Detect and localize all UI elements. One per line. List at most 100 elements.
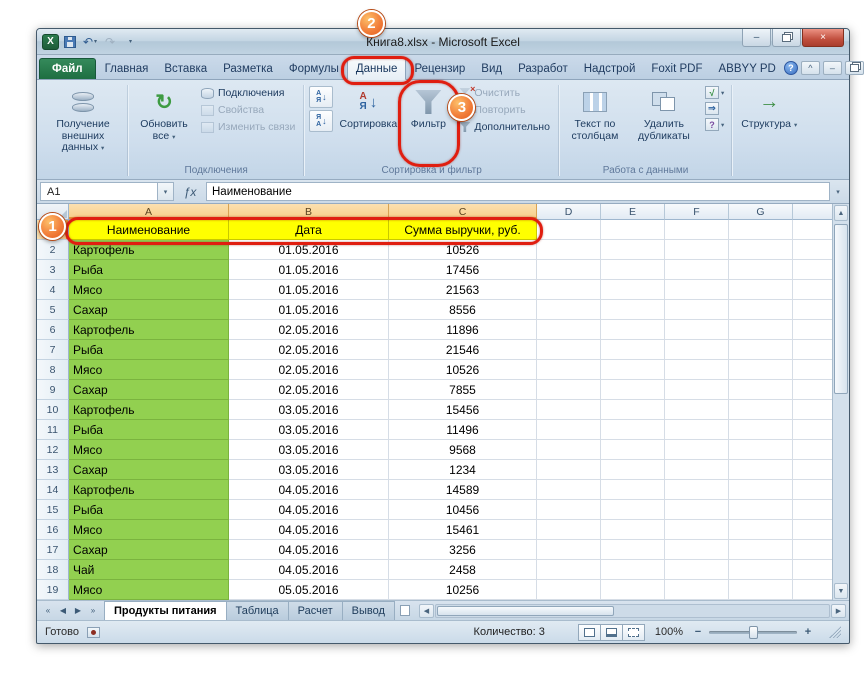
cell-B4[interactable]: 01.05.2016 xyxy=(229,280,389,300)
cell-F4[interactable] xyxy=(665,280,729,300)
cell-G6[interactable] xyxy=(729,320,793,340)
scroll-right-button[interactable]: ▶ xyxy=(831,604,846,618)
cell-A11[interactable]: Рыба xyxy=(69,420,229,440)
cell-A2[interactable]: Картофель xyxy=(69,240,229,260)
cell-A9[interactable]: Сахар xyxy=(69,380,229,400)
workbook-minimize-button[interactable]: – xyxy=(823,61,842,75)
cell-A12[interactable]: Мясо xyxy=(69,440,229,460)
cell-F7[interactable] xyxy=(665,340,729,360)
cell-E13[interactable] xyxy=(601,460,665,480)
cell-C2[interactable]: 10526 xyxy=(389,240,537,260)
cell-G3[interactable] xyxy=(729,260,793,280)
sheet-tab-3[interactable]: Вывод xyxy=(342,601,395,620)
column-header-D[interactable]: D xyxy=(537,204,601,220)
cell-C5[interactable]: 8556 xyxy=(389,300,537,320)
cell-G1[interactable] xyxy=(729,220,793,240)
cell-C4[interactable]: 21563 xyxy=(389,280,537,300)
cell-E4[interactable] xyxy=(601,280,665,300)
cell-F8[interactable] xyxy=(665,360,729,380)
ribbon-tab-data[interactable]: Данные xyxy=(347,58,407,80)
previous-sheet-button[interactable]: ◀ xyxy=(56,604,70,618)
cell-D12[interactable] xyxy=(537,440,601,460)
horizontal-scroll-thumb[interactable] xyxy=(437,606,614,616)
ribbon-tab-file[interactable]: Файл xyxy=(39,58,96,79)
first-sheet-button[interactable]: « xyxy=(41,604,55,618)
cell-E2[interactable] xyxy=(601,240,665,260)
row-header-10[interactable]: 10 xyxy=(37,400,69,420)
filter-button[interactable]: Фильтр xyxy=(402,83,454,164)
column-header-E[interactable]: E xyxy=(601,204,665,220)
formula-bar-expand-button[interactable]: ▾ xyxy=(830,182,846,201)
advanced-filter-button[interactable]: Дополнительно xyxy=(456,120,553,134)
cell-G18[interactable] xyxy=(729,560,793,580)
cell-F5[interactable] xyxy=(665,300,729,320)
insert-sheet-button[interactable] xyxy=(394,601,416,620)
cell-D9[interactable] xyxy=(537,380,601,400)
cell-A10[interactable]: Картофель xyxy=(69,400,229,420)
cell-A14[interactable]: Картофель xyxy=(69,480,229,500)
cell-A8[interactable]: Мясо xyxy=(69,360,229,380)
cell-F10[interactable] xyxy=(665,400,729,420)
row-header-6[interactable]: 6 xyxy=(37,320,69,340)
cell-B3[interactable]: 01.05.2016 xyxy=(229,260,389,280)
cell-G4[interactable] xyxy=(729,280,793,300)
cell-F19[interactable] xyxy=(665,580,729,600)
column-header-G[interactable]: G xyxy=(729,204,793,220)
cell-A6[interactable]: Картофель xyxy=(69,320,229,340)
cell-G16[interactable] xyxy=(729,520,793,540)
row-header-13[interactable]: 13 xyxy=(37,460,69,480)
column-header-F[interactable]: F xyxy=(665,204,729,220)
cell-A3[interactable]: Рыба xyxy=(69,260,229,280)
cell-D18[interactable] xyxy=(537,560,601,580)
cell-B6[interactable]: 02.05.2016 xyxy=(229,320,389,340)
cell-A17[interactable]: Сахар xyxy=(69,540,229,560)
row-header-15[interactable]: 15 xyxy=(37,500,69,520)
row-header-3[interactable]: 3 xyxy=(37,260,69,280)
zoom-in-button[interactable]: + xyxy=(803,626,813,638)
cell-E14[interactable] xyxy=(601,480,665,500)
row-header-5[interactable]: 5 xyxy=(37,300,69,320)
row-header-14[interactable]: 14 xyxy=(37,480,69,500)
zoom-slider-track[interactable] xyxy=(709,631,797,634)
cell-D2[interactable] xyxy=(537,240,601,260)
qat-customize-button[interactable]: ▾ xyxy=(121,33,139,50)
cell-A1[interactable]: Наименование xyxy=(69,220,229,240)
page-layout-view-button[interactable] xyxy=(600,624,623,641)
cell-G15[interactable] xyxy=(729,500,793,520)
scroll-down-button[interactable]: ▼ xyxy=(834,583,848,599)
collapse-ribbon-button[interactable]: ^ xyxy=(801,61,820,75)
cell-C19[interactable]: 10256 xyxy=(389,580,537,600)
ribbon-tab-3[interactable]: Разметка xyxy=(215,59,281,79)
row-header-19[interactable]: 19 xyxy=(37,580,69,600)
cell-D1[interactable] xyxy=(537,220,601,240)
cell-B16[interactable]: 04.05.2016 xyxy=(229,520,389,540)
ribbon-tab-10[interactable]: Foxit PDF xyxy=(643,59,710,79)
sheet-tab-1[interactable]: Таблица xyxy=(226,601,289,620)
workbook-restore-button[interactable] xyxy=(845,61,864,75)
cell-E18[interactable] xyxy=(601,560,665,580)
cell-D16[interactable] xyxy=(537,520,601,540)
vertical-scrollbar[interactable]: ▲ ▼ xyxy=(832,204,849,600)
help-icon[interactable]: ? xyxy=(784,61,798,75)
zoom-out-button[interactable]: − xyxy=(693,626,703,638)
refresh-all-button[interactable]: ↻ Обновить все ▾ xyxy=(132,83,196,164)
cell-A4[interactable]: Мясо xyxy=(69,280,229,300)
text-to-columns-button[interactable]: Текст по столбцам xyxy=(563,83,627,164)
cell-F16[interactable] xyxy=(665,520,729,540)
cell-A7[interactable]: Рыба xyxy=(69,340,229,360)
cell-C3[interactable]: 17456 xyxy=(389,260,537,280)
cell-F12[interactable] xyxy=(665,440,729,460)
cell-E11[interactable] xyxy=(601,420,665,440)
cell-G7[interactable] xyxy=(729,340,793,360)
sort-button[interactable]: АЯ↓ Сортировка xyxy=(334,83,402,164)
row-header-11[interactable]: 11 xyxy=(37,420,69,440)
cell-D11[interactable] xyxy=(537,420,601,440)
cell-F18[interactable] xyxy=(665,560,729,580)
cell-F15[interactable] xyxy=(665,500,729,520)
undo-button[interactable]: ↶▾ xyxy=(81,33,99,50)
cell-C13[interactable]: 1234 xyxy=(389,460,537,480)
cell-B12[interactable]: 03.05.2016 xyxy=(229,440,389,460)
cell-C6[interactable]: 11896 xyxy=(389,320,537,340)
properties-button[interactable]: Свойства xyxy=(198,103,298,117)
horizontal-scroll-track[interactable] xyxy=(435,604,830,618)
